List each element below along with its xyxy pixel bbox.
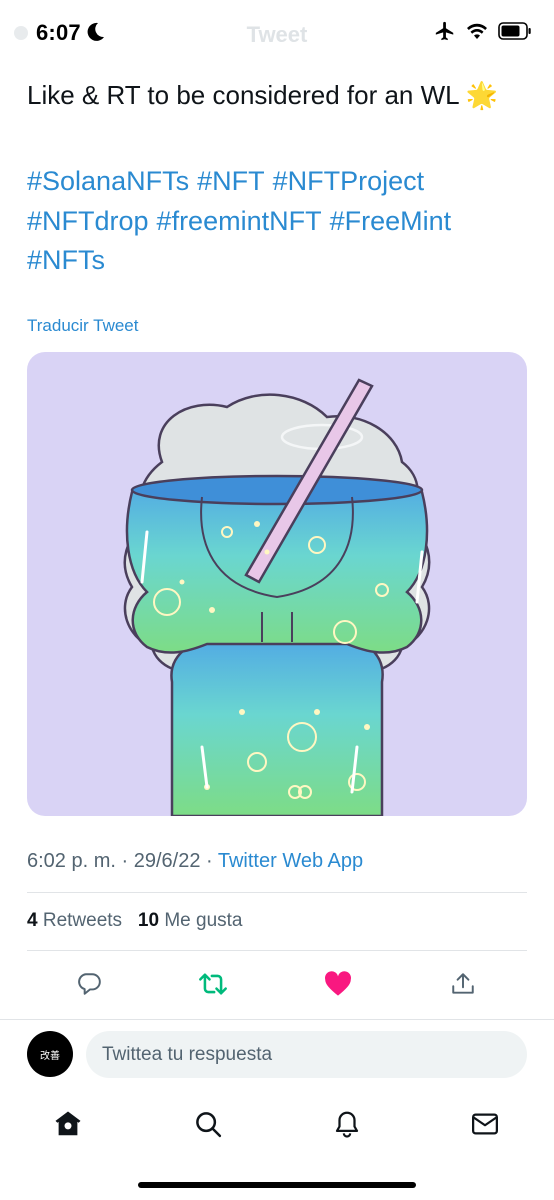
share-button[interactable] — [443, 964, 483, 1004]
avatar[interactable]: 改善 — [27, 1031, 73, 1077]
hashtag-link[interactable]: #FreeMint — [330, 206, 452, 236]
mail-icon — [472, 1113, 498, 1135]
status-bar: Tweet 6:07 — [0, 0, 554, 66]
tweet-timestamp: 6:02 p. m. · 29/6/22 · Twitter Web App — [27, 850, 363, 873]
tab-notifications[interactable] — [327, 1104, 367, 1144]
likes-label: Me gusta — [164, 910, 243, 931]
divider — [27, 950, 527, 951]
retweets-label: Retweets — [42, 910, 123, 931]
hashtag-link[interactable]: #NFTs — [27, 245, 105, 275]
tweet-actions — [27, 964, 527, 1004]
tab-messages[interactable] — [465, 1104, 505, 1144]
home-indicator[interactable] — [138, 1182, 416, 1188]
moon-icon — [87, 22, 104, 41]
tab-search[interactable] — [188, 1104, 228, 1144]
likes-count: 10 — [137, 910, 160, 931]
battery-icon — [498, 22, 531, 40]
timestamp-text: 6:02 p. m. · 29/6/22 · — [27, 850, 218, 872]
share-icon — [452, 973, 474, 994]
divider — [0, 1019, 554, 1020]
bell-icon — [335, 1111, 359, 1138]
wifi-icon — [467, 23, 487, 39]
status-time: 6:07 — [36, 20, 81, 45]
tweet-text: Like & RT to be considered for an WL 🌟 — [27, 80, 499, 110]
tab-home[interactable] — [48, 1104, 88, 1144]
likes-stat[interactable]: 10 Me gusta — [138, 910, 243, 931]
nft-illustration — [123, 378, 431, 816]
retweets-stat[interactable]: 4 Retweets — [27, 910, 122, 931]
reply-input[interactable]: Twittea tu respuesta — [86, 1031, 527, 1078]
source-app-link[interactable]: Twitter Web App — [218, 850, 363, 872]
hashtag-link[interactable]: #NFTProject — [273, 166, 425, 196]
like-button[interactable] — [318, 964, 358, 1004]
divider — [27, 892, 527, 893]
retweet-button[interactable] — [193, 964, 233, 1004]
hashtag-link[interactable]: #SolanaNFTs — [27, 166, 189, 196]
retweet-icon — [199, 973, 227, 995]
home-icon — [55, 1111, 81, 1136]
tweet-media-image[interactable] — [27, 352, 527, 816]
bottom-tab-bar — [0, 1100, 554, 1150]
search-icon — [196, 1112, 222, 1138]
status-icons — [434, 20, 532, 42]
hashtag-link[interactable]: #NFTdrop — [27, 206, 149, 236]
hashtag-link[interactable]: #NFT — [197, 166, 265, 196]
retweets-count: 4 — [27, 910, 38, 931]
hashtag-list: #SolanaNFTs #NFT #NFTProject #NFTdrop #free… — [27, 162, 527, 281]
speech-bubble-icon — [78, 973, 101, 995]
tweet-stats: 4 Retweets 10 Me gusta — [27, 910, 242, 932]
heart-icon — [325, 971, 351, 996]
reply-button[interactable] — [69, 964, 109, 1004]
hashtag-link[interactable]: #freemintNFT — [157, 206, 322, 236]
translate-tweet-link[interactable]: Traducir Tweet — [27, 316, 139, 336]
airplane-icon — [435, 21, 454, 41]
